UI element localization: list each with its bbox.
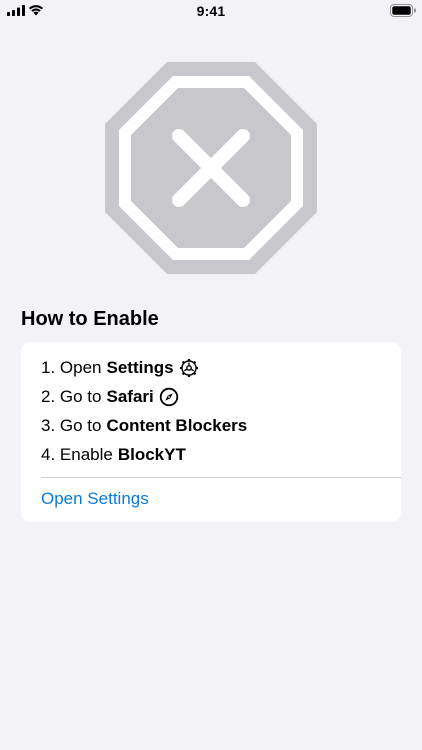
step-go-to-safari: 2. Go to Safari: [41, 382, 401, 411]
instructions-card: 1. Open Settings 2. Go to Safari 3. Go t…: [21, 342, 401, 522]
gear-icon: [179, 358, 198, 377]
step-prefix: 3. Go to: [41, 416, 102, 435]
step-prefix: 2. Go to: [41, 387, 102, 406]
open-settings-button[interactable]: Open Settings: [41, 489, 149, 509]
step-emphasis: BlockYT: [117, 445, 186, 464]
steps-list: 1. Open Settings 2. Go to Safari 3. Go t…: [21, 342, 401, 469]
step-emphasis: Content Blockers: [106, 416, 248, 435]
step-content-blockers: 3. Go to Content Blockers: [41, 411, 401, 440]
xmark-octagon-icon: [105, 62, 317, 274]
compass-icon: [159, 387, 178, 406]
card-divider: [41, 477, 401, 478]
step-prefix: 4. Enable: [41, 445, 113, 464]
status-time: 9:41: [196, 3, 226, 19]
step-prefix: 1. Open: [41, 358, 102, 377]
step-open-settings: 1. Open Settings: [41, 353, 401, 382]
step-emphasis: Safari: [106, 387, 154, 406]
status-bar: 9:41: [0, 0, 422, 22]
section-title: How to Enable: [21, 308, 159, 330]
step-enable-blockyt: 4. Enable BlockYT: [41, 440, 401, 469]
battery-icon: [390, 4, 416, 17]
step-emphasis: Settings: [106, 358, 174, 377]
